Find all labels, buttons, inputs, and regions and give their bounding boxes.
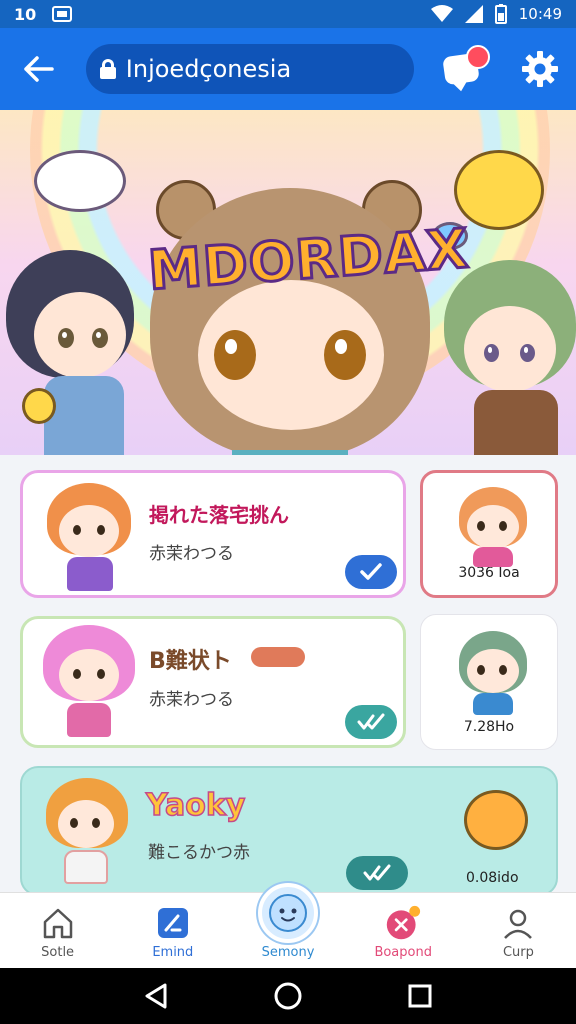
nav-item-semony[interactable]: Semony [230, 883, 345, 968]
notification-dot [466, 45, 491, 69]
bear-mascot-icon [464, 790, 528, 850]
bottom-navigation: Sotle Emind Semony Boapond Curp [0, 883, 576, 968]
side-avatar-2 [453, 631, 533, 715]
nav-item-boapond[interactable]: Boapond [346, 893, 461, 968]
nav-label-emind: Emind [152, 945, 194, 960]
system-recents-button[interactable] [400, 976, 440, 1016]
chibi-avatar-1 [41, 483, 137, 593]
check-icon [360, 563, 382, 580]
card-2-tag [251, 647, 305, 667]
wifi-icon [430, 5, 453, 22]
nav-label-sotle: Sotle [41, 945, 75, 960]
hero-banner[interactable]: MDORDAX [0, 110, 576, 455]
card-1-title: 掲れた落宅挑ん [149, 503, 289, 527]
mascot-face-icon [258, 883, 318, 943]
status-time-right: 10:49 [518, 5, 562, 23]
side-avatar-1 [453, 487, 533, 567]
sun-mascot-icon [454, 150, 544, 230]
content-card-1[interactable]: 掲れた落宅挑ん 赤茉わつる [20, 470, 406, 598]
character-right [444, 260, 576, 455]
settings-button[interactable] [520, 49, 560, 89]
card-3-subtitle: 難こるかつ赤 [148, 843, 250, 863]
nav-label-boapond: Boapond [374, 945, 432, 960]
side-card-2[interactable]: 7.28Ho [420, 614, 558, 750]
url-text: Injoedçonesia [125, 55, 292, 83]
sparkle-badge-icon [387, 905, 421, 940]
side-card-3-label: 0.08ido [466, 870, 519, 886]
lock-icon [99, 59, 116, 79]
nav-item-sotle[interactable]: Sotle [0, 893, 115, 968]
nav-item-emind[interactable]: Emind [115, 893, 230, 968]
home-icon [43, 908, 72, 939]
side-card-2-label: 7.28Ho [463, 719, 515, 735]
double-check-icon [357, 713, 385, 730]
url-bar[interactable]: Injoedçonesia [85, 44, 415, 94]
nav-item-curp[interactable]: Curp [461, 893, 576, 968]
triangle-back-icon [145, 983, 167, 1009]
system-navigation-bar [0, 968, 576, 1024]
system-home-button[interactable] [268, 976, 308, 1016]
card-2-check-button[interactable] [345, 705, 397, 739]
battery-icon [494, 4, 507, 24]
side-card-1[interactable]: 3036 Ioa [420, 470, 558, 598]
back-button[interactable] [16, 46, 62, 92]
arrow-left-icon [24, 56, 54, 82]
double-check-icon [363, 864, 391, 881]
square-recents-icon [408, 984, 432, 1008]
notification-icon [52, 6, 73, 22]
cloud-mascot-icon [34, 150, 126, 212]
card-3-title: Yaoky [145, 787, 246, 824]
nav-label-semony: Semony [261, 945, 315, 960]
status-bar: 10 10:49 [0, 0, 576, 28]
status-time-left: 10 [14, 4, 37, 24]
content-card-3[interactable]: Yaoky 難こるかつ赤 0.08ido [20, 766, 558, 896]
gear-icon [522, 51, 559, 87]
card-2-subtitle: 赤茉わつる [149, 690, 234, 710]
content-card-2[interactable]: B難状ト 赤茉わつる [20, 616, 406, 748]
system-back-button[interactable] [136, 976, 176, 1016]
character-left [6, 250, 146, 455]
nav-label-curp: Curp [502, 945, 534, 960]
card-1-subtitle: 赤茉わつる [149, 544, 234, 564]
chibi-avatar-3 [42, 778, 132, 890]
app-bar: Injoedçonesia [0, 28, 576, 110]
card-1-check-button[interactable] [345, 555, 397, 589]
signal-icon [464, 5, 483, 23]
side-card-1-label: 3036 Ioa [458, 565, 520, 581]
card-2-title: B難状ト [149, 649, 232, 674]
circle-home-icon [274, 982, 302, 1010]
chat-button[interactable] [442, 45, 491, 93]
pen-square-icon [157, 908, 188, 938]
profile-icon [504, 909, 533, 939]
chibi-avatar-2 [39, 625, 139, 743]
card-3-check-button[interactable] [346, 856, 408, 890]
